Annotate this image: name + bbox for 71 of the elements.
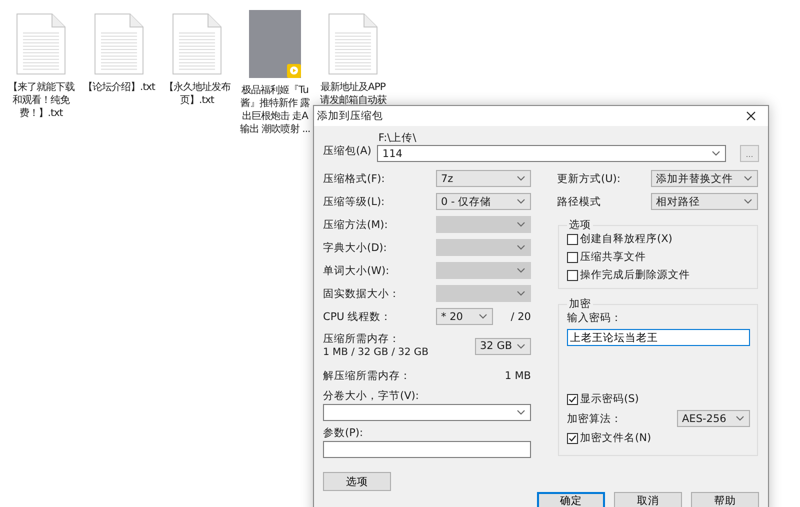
file-name: 极品福利姬『Tu 酱』推特新作 露 出巨根炮击 走A 输出 潮吹喷射 ... xyxy=(240,84,310,136)
dialog-button[interactable]: 取消 xyxy=(614,492,682,507)
chevron-down-icon xyxy=(517,245,525,250)
chevron-down-icon xyxy=(517,268,525,273)
chevron-down-icon xyxy=(517,344,525,348)
memory-usage: 1 MB / 32 GB / 32 GB xyxy=(323,346,430,359)
dropdown[interactable]: 添加并替换文件 xyxy=(651,170,758,187)
chevron-down-icon xyxy=(517,176,525,181)
dropdown[interactable]: 32 GB xyxy=(475,338,531,354)
dropdown[interactable]: * 20 xyxy=(436,308,493,325)
field-label: 分卷大小，字节(V): xyxy=(323,390,420,403)
checkmark-icon xyxy=(568,434,577,442)
field-label: 固实数据大小： xyxy=(323,286,401,300)
text-file-icon[interactable] xyxy=(328,13,378,75)
play-badge-icon xyxy=(287,64,301,78)
file-name: 【来了就能下载 和观看！纯免 费！】.txt xyxy=(8,81,74,120)
group-title: 选项 xyxy=(568,218,592,232)
chevron-down-icon xyxy=(712,151,720,156)
file-name: 最新地址及APP 请发邮箱自动获 xyxy=(320,81,386,107)
field-label: CPU 线程数： xyxy=(323,310,393,324)
parameters-field[interactable] xyxy=(323,441,531,458)
field-label: 更新方式(U): xyxy=(557,172,622,186)
dropdown[interactable]: 7z xyxy=(436,170,531,187)
chevron-down-icon xyxy=(517,199,525,204)
checkmark-icon xyxy=(568,394,577,404)
field-label: 压缩方法(M): xyxy=(323,218,389,232)
field-label: 压缩等级(L): xyxy=(323,194,386,208)
thread-total: / 20 xyxy=(510,310,531,322)
checkbox[interactable]: 压缩共享文件 xyxy=(567,250,751,264)
text-file-icon[interactable] xyxy=(94,13,144,75)
field-label: 压缩包(A) xyxy=(323,144,372,159)
chevron-down-icon xyxy=(744,176,752,181)
chevron-down-icon xyxy=(479,314,487,319)
browse-button[interactable]: ... xyxy=(740,145,759,162)
checkbox[interactable]: 操作完成后删除源文件 xyxy=(567,268,751,282)
memory-value: 1 MB xyxy=(504,370,531,382)
options-button[interactable]: 选项 xyxy=(323,472,391,491)
video-thumbnail[interactable] xyxy=(249,10,301,78)
chevron-down-icon xyxy=(517,222,525,227)
archive-name-field[interactable]: 114 xyxy=(377,145,726,162)
checkbox[interactable]: 创建自释放程序(X) xyxy=(567,232,751,246)
text-file-icon[interactable] xyxy=(172,13,222,75)
file-name: 【永久地址发布 页】.txt xyxy=(164,81,230,107)
field-label: 压缩所需内存： xyxy=(323,333,401,346)
window-title: 添加到压缩包 xyxy=(317,109,383,123)
archive-path: F:\上传\ xyxy=(378,132,418,145)
chevron-down-icon xyxy=(736,416,744,421)
chevron-down-icon xyxy=(744,199,752,204)
dialog-button[interactable]: 确定 xyxy=(537,492,605,507)
field-label: 加密算法： xyxy=(567,412,623,426)
text-file-icon[interactable] xyxy=(16,13,66,75)
dropdown[interactable]: 0 - 仅存储 xyxy=(436,193,531,210)
dialog-button[interactable]: 帮助 xyxy=(691,492,759,507)
volume-size-field[interactable] xyxy=(323,404,531,421)
field-label: 压缩格式(F): xyxy=(323,172,386,186)
field-label: 参数(P): xyxy=(323,427,364,440)
field-label: 单词大小(W): xyxy=(323,264,390,278)
chevron-down-icon xyxy=(517,410,525,415)
checkbox[interactable]: 显示密码(S) xyxy=(567,392,751,406)
password-field[interactable]: 上老王论坛当老王 xyxy=(567,329,750,346)
checkbox[interactable]: 加密文件名(N) xyxy=(567,431,751,445)
dropdown[interactable]: 相对路径 xyxy=(651,193,758,210)
chevron-down-icon xyxy=(517,291,525,296)
field-label: 输入密码： xyxy=(567,311,623,325)
close-icon[interactable] xyxy=(746,111,756,121)
dropdown[interactable]: AES-256 xyxy=(677,410,750,427)
field-label: 字典大小(D): xyxy=(323,240,388,254)
field-label: 路径模式 xyxy=(557,194,602,208)
file-name: 【论坛介绍】.txt xyxy=(83,81,155,94)
group-title: 加密 xyxy=(568,297,592,311)
field-label: 解压缩所需内存： xyxy=(323,368,412,382)
